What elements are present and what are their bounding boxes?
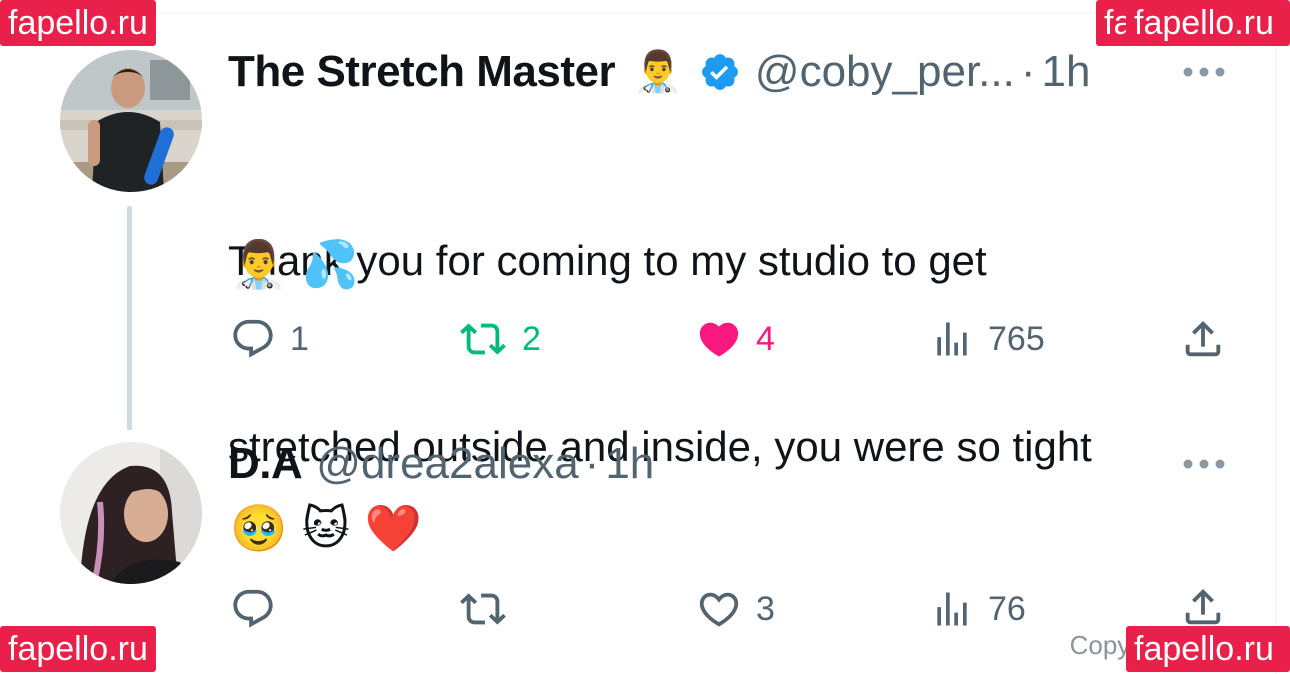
timestamp[interactable]: 1h [1042,46,1091,98]
share-icon [1185,588,1221,625]
tweet-emoji-line: 👨‍⚕️ 💦 [230,237,360,291]
avatar-stretch-master[interactable] [60,50,202,192]
reply-icon [233,319,273,358]
tweet-emoji-line: 🥹 🐱 ❤️ [230,501,422,555]
retweet-count: 2 [522,319,541,358]
health-worker-emoji: 👨‍⚕️ [633,49,683,95]
reply-icon [233,589,273,628]
share-button[interactable] [1180,316,1226,362]
retweet-icon [460,323,506,355]
heart-filled-icon [699,322,739,357]
view-count: 765 [988,319,1045,358]
views-icon [937,592,967,626]
display-name[interactable]: D.A [228,438,303,490]
thread-view: The Stretch Master 👨‍⚕️ @coby_per... · 1… [0,0,1290,674]
thread-connector-line [127,206,132,430]
view-count: 76 [988,589,1026,628]
avatar-image [60,50,202,192]
right-divider [1275,12,1276,674]
user-handle[interactable]: @drea2alexa [316,438,578,490]
heart-outline-icon [699,592,739,627]
retweet-icon [460,593,506,625]
more-icon[interactable] [1182,66,1226,78]
more-icon[interactable] [1182,458,1226,470]
avatar-image [60,442,202,584]
separator-dot: · [1020,47,1036,96]
views-button[interactable]: 76 [930,586,1026,632]
watermark-top-left: fapello.ru [0,0,156,46]
views-icon [937,322,967,356]
timestamp[interactable]: 1h [605,438,654,490]
like-button[interactable]: 3 [696,586,775,632]
reply-count: 1 [290,319,309,358]
tweet-header: The Stretch Master 👨‍⚕️ @coby_per... · 1… [228,46,1090,98]
share-button[interactable] [1180,584,1226,630]
watermark-bottom-right: fapello.ru [1126,626,1290,672]
like-count: 3 [756,589,775,628]
reply-button[interactable]: 1 [230,316,309,362]
display-name[interactable]: The Stretch Master [228,46,616,98]
avatar-drea2alexa[interactable] [60,442,202,584]
watermark-bottom-left: fapello.ru [0,626,156,672]
verified-badge-icon [699,51,741,93]
like-button[interactable]: 4 [696,316,775,362]
views-button[interactable]: 765 [930,316,1045,362]
watermark-top-right: fapello.ru [1126,0,1290,46]
separator-dot: · [584,439,600,488]
like-count: 4 [756,319,775,358]
retweet-button[interactable]: 2 [458,316,541,362]
tweet-header: D.A @drea2alexa · 1h [228,438,654,490]
share-icon [1185,320,1221,357]
reply-button[interactable] [230,586,290,632]
retweet-button[interactable] [458,586,522,632]
user-handle[interactable]: @coby_per... [755,46,1015,98]
